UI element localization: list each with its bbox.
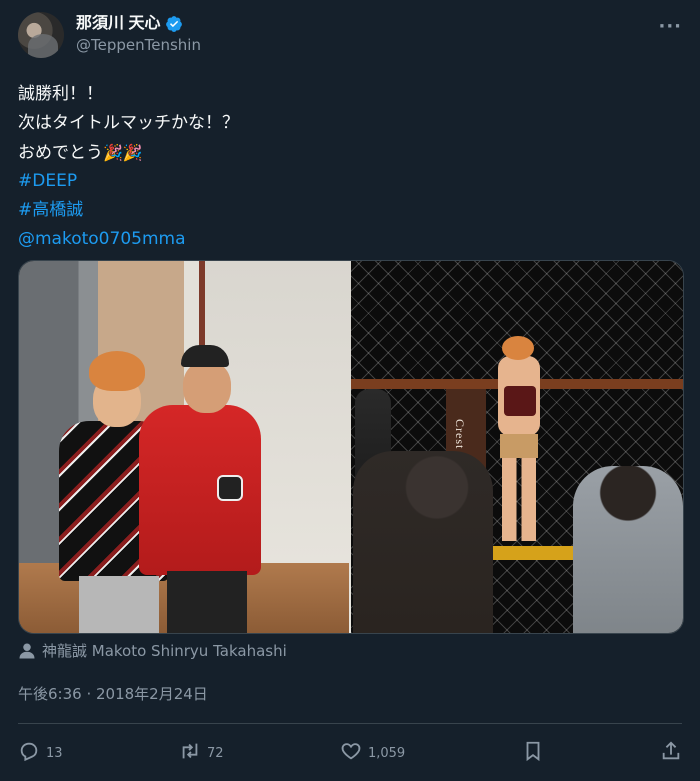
photo-two-men-posing[interactable] [19,261,355,633]
heart-icon [340,740,362,766]
mention-link[interactable]: @makoto0705mma [18,225,678,254]
reply-button[interactable]: 13 [18,740,63,766]
tweet-line-2: 次はタイトルマッチかな！？ [18,113,239,133]
hashtag-link-deep[interactable]: #DEEP [18,167,678,196]
reply-count: 13 [46,745,63,761]
party-popper-emoji-icon: 🎉🎉 [103,143,143,162]
author-display-name[interactable]: 那須川 天心 [76,14,160,34]
author-names: 那須川 天心 @TeppenTenshin [76,14,201,56]
photo-cage-fighter[interactable]: Crest [351,261,683,633]
photo-spectator [573,466,683,633]
tweet-timestamp[interactable]: 午後6:36 · 2018年2月24日 [18,683,208,704]
credit-text[interactable]: 神龍誠 Makoto Shinryu Takahashi [42,640,287,661]
bookmark-button[interactable] [522,740,544,766]
tweet-text: 誠勝利！！ 次はタイトルマッチかな！？ おめでとう🎉🎉 #DEEP #高橋誠 @… [18,80,678,254]
avatar[interactable] [18,12,64,58]
reply-icon [18,740,40,766]
share-icon [660,740,682,766]
retweet-count: 72 [206,745,224,761]
tweet-header: 那須川 天心 @TeppenTenshin ··· [18,12,682,62]
author-handle[interactable]: @TeppenTenshin [76,34,201,56]
media-tag-credit[interactable]: 神龍誠 Makoto Shinryu Takahashi [18,640,287,661]
photo-person-right [131,345,261,633]
like-count: 1,059 [367,745,406,761]
photo-photographer [353,451,493,633]
more-horizontal-icon[interactable]: ··· [658,16,682,37]
author-display-name-row[interactable]: 那須川 天心 [76,14,201,34]
hashtag-link-takahashi[interactable]: #高橋誠 [18,196,678,225]
tweet-line-3: おめでとう🎉🎉 [18,138,678,167]
retweet-icon [179,740,201,766]
share-button[interactable] [660,740,682,766]
photo-fighter [486,336,556,541]
tweet-line-1: 誠勝利！！ [18,84,103,104]
verified-badge-icon [165,15,183,33]
cage-post-crest-logo: Crest [453,419,467,450]
bookmark-icon [522,740,544,766]
media-grid: Crest [18,260,684,634]
retweet-button[interactable]: 72 [179,740,224,766]
tweet-line-3-text: おめでとう [18,143,103,163]
divider [18,723,682,724]
person-icon [18,642,36,660]
like-button[interactable]: 1,059 [340,740,405,766]
action-bar: 13 72 1,059 [18,735,682,771]
